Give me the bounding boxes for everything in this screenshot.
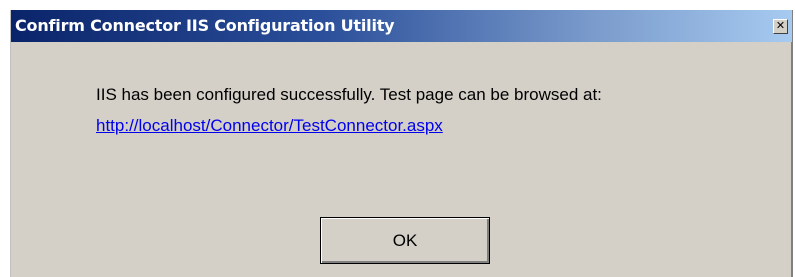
window-title: Confirm Connector IIS Configuration Util… [15,16,395,35]
message-text: IIS has been configured successfully. Te… [96,85,602,104]
ok-button[interactable]: OK [320,217,490,264]
close-icon: ✕ [775,19,786,32]
dialog-window: Confirm Connector IIS Configuration Util… [10,10,793,277]
close-button[interactable]: ✕ [773,19,788,34]
title-bar[interactable]: Confirm Connector IIS Configuration Util… [11,10,792,42]
test-page-link[interactable]: http://localhost/Connector/TestConnector… [96,116,443,136]
ok-button-label: OK [392,230,418,250]
